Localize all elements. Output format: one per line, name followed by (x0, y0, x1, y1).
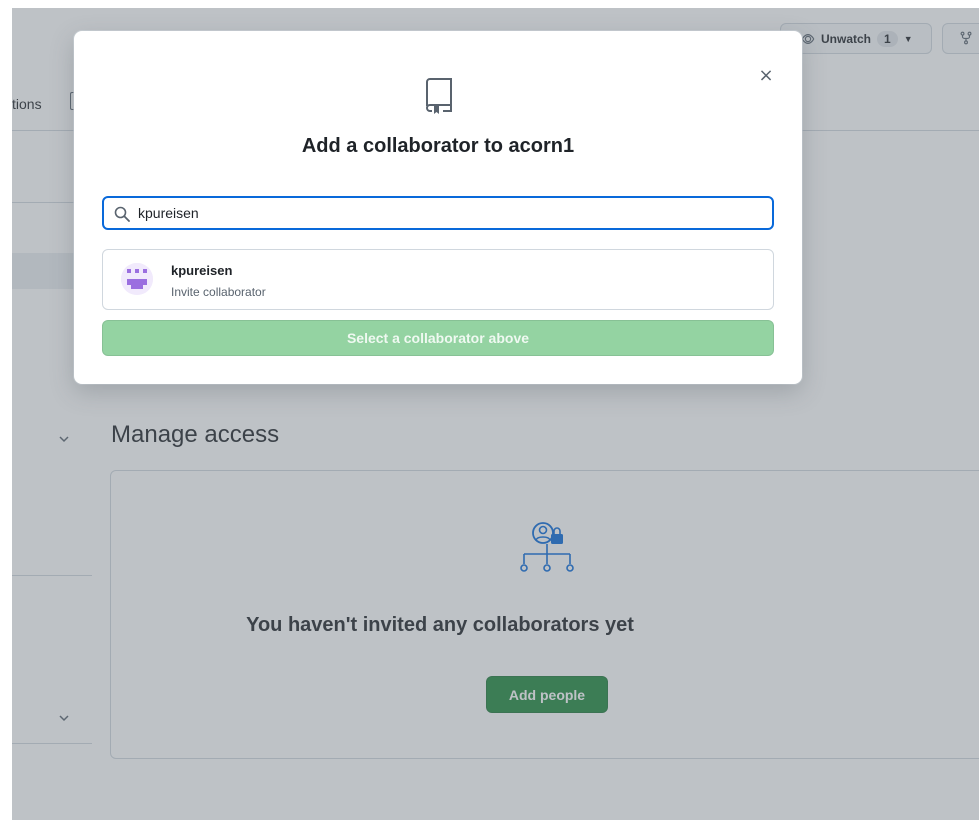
repo-name: acorn1 (508, 135, 575, 157)
dialog-title: Add a collaborator to acorn1 (74, 135, 802, 158)
select-collaborator-button[interactable]: Select a collaborator above (102, 320, 774, 356)
search-icon (114, 206, 130, 222)
search-field[interactable] (102, 196, 774, 230)
avatar (121, 263, 153, 295)
close-button[interactable]: × (755, 65, 777, 87)
top-edge (0, 0, 979, 8)
add-collaborator-dialog: × Add a collaborator to acorn1 kpureisen… (74, 31, 802, 384)
result-subtext: Invite collaborator (171, 285, 266, 299)
search-input[interactable] (138, 198, 768, 228)
identicon-icon (121, 263, 153, 295)
repo-icon (425, 78, 452, 114)
collaborator-result-item[interactable]: kpureisen Invite collaborator (102, 249, 774, 310)
dialog-title-prefix: Add a collaborator to (301, 135, 509, 157)
page-left-edge (0, 0, 12, 820)
result-username: kpureisen (171, 263, 233, 278)
